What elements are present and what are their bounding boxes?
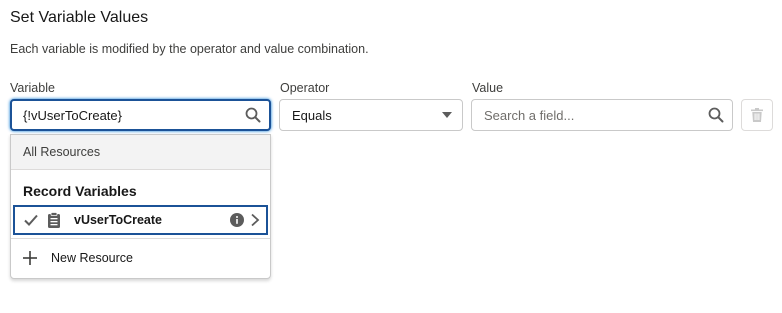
operator-label: Operator (280, 81, 330, 95)
search-icon (708, 107, 724, 123)
chevron-down-icon (442, 112, 452, 118)
value-input-placeholder: Search a field... (484, 107, 575, 123)
section-title: Set Variable Values (10, 9, 149, 26)
new-resource-label: New Resource (51, 251, 133, 265)
delete-row-button[interactable] (741, 99, 773, 131)
variable-input-value[interactable]: {!vUserToCreate} (12, 108, 245, 123)
chevron-right-icon[interactable] (250, 213, 260, 227)
clipboard-icon (48, 212, 60, 228)
resource-option-vusertocreate[interactable]: vUserToCreate (13, 205, 268, 235)
operator-selected-value: Equals (292, 107, 332, 123)
new-resource-option[interactable]: New Resource (11, 239, 270, 277)
resource-option-label: vUserToCreate (74, 213, 163, 227)
plus-icon (23, 251, 37, 265)
value-input[interactable]: Search a field... (471, 99, 733, 131)
resource-dropdown: All Resources Record Variables vUserToCr… (10, 134, 271, 279)
record-variables-group-header: Record Variables (23, 183, 137, 199)
trash-icon (751, 108, 763, 122)
section-description: Each variable is modified by the operato… (10, 42, 369, 56)
info-icon[interactable] (230, 213, 244, 227)
search-icon (245, 107, 261, 123)
variable-label: Variable (10, 81, 55, 95)
variable-input[interactable]: {!vUserToCreate} (10, 99, 271, 131)
check-icon (24, 214, 38, 226)
all-resources-option[interactable]: All Resources (11, 135, 270, 170)
value-label: Value (472, 81, 504, 95)
operator-select[interactable]: Equals (279, 99, 463, 131)
